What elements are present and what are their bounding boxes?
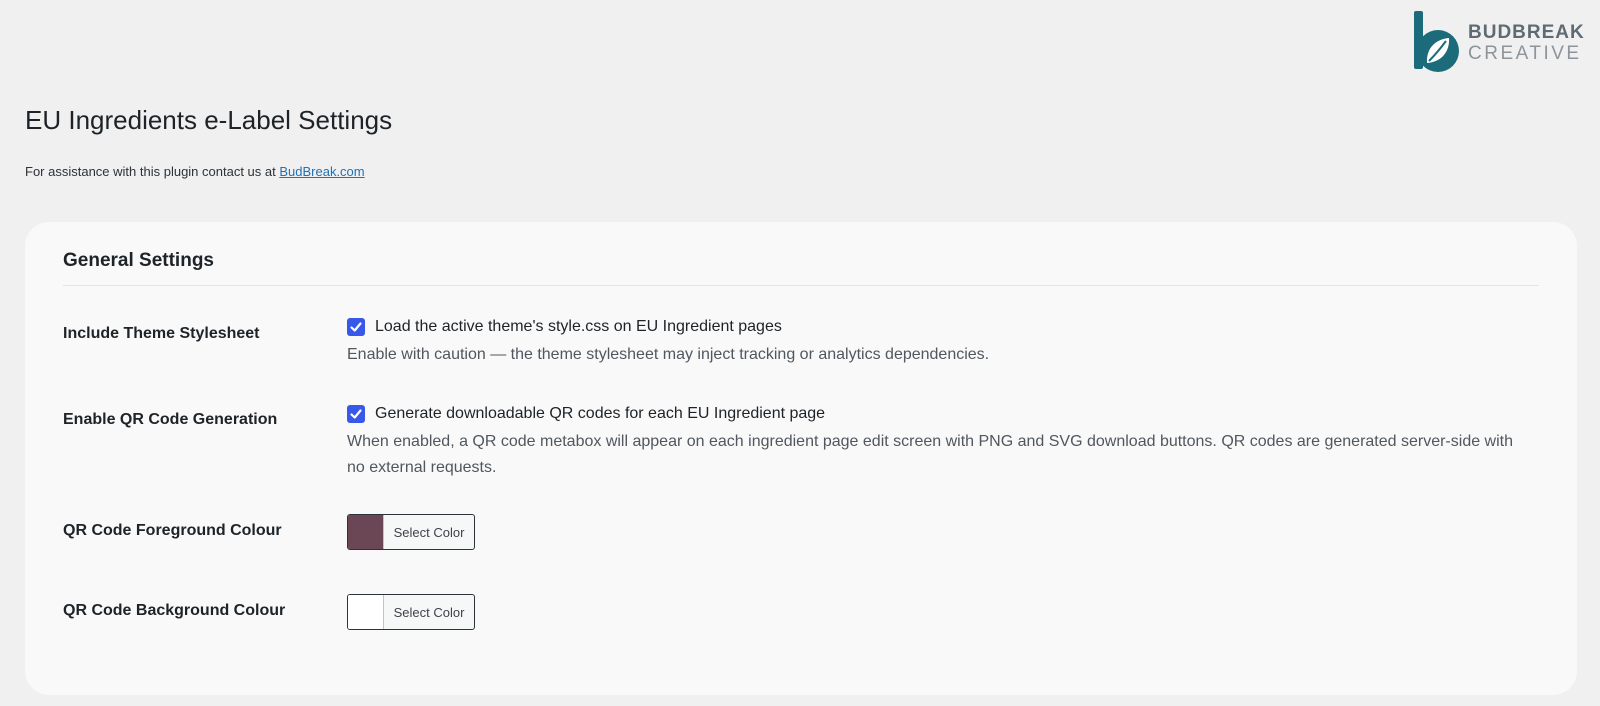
logo-wordmark: BUDBREAK CREATIVE xyxy=(1468,23,1585,63)
budbreak-link[interactable]: BudBreak.com xyxy=(279,164,364,179)
assistance-label: For assistance with this plugin contact … xyxy=(25,164,280,179)
qr-background-swatch[interactable] xyxy=(348,595,384,629)
theme-stylesheet-label: Include Theme Stylesheet xyxy=(63,325,260,342)
qr-generation-field: Generate downloadable QR codes for each … xyxy=(347,405,1527,481)
general-settings-card: General Settings Include Theme Styleshee… xyxy=(25,222,1577,695)
qr-foreground-label: QR Code Foreground Colour xyxy=(63,522,282,539)
qr-generation-checkbox-label[interactable]: Generate downloadable QR codes for each … xyxy=(375,405,825,423)
checkmark-icon xyxy=(350,322,362,332)
qr-background-label: QR Code Background Colour xyxy=(63,602,286,619)
qr-foreground-swatch[interactable] xyxy=(348,515,384,549)
theme-stylesheet-field: Load the active theme's style.css on EU … xyxy=(347,318,1527,368)
qr-generation-label: Enable QR Code Generation xyxy=(63,411,278,428)
qr-background-color-button[interactable]: Select Color xyxy=(347,594,475,630)
page-title: EU Ingredients e-Label Settings xyxy=(25,105,393,135)
qr-background-select-label[interactable]: Select Color xyxy=(384,595,474,629)
budbreak-b-leaf-icon xyxy=(1414,11,1459,72)
logo-line2: CREATIVE xyxy=(1468,43,1582,64)
theme-stylesheet-description: Enable with caution — the theme styleshe… xyxy=(347,346,990,363)
qr-foreground-color-button[interactable]: Select Color xyxy=(347,514,475,550)
budbreak-logo: BUDBREAK CREATIVE xyxy=(1414,10,1584,76)
assistance-text: For assistance with this plugin contact … xyxy=(25,164,365,179)
logo-line1: BUDBREAK xyxy=(1468,22,1585,43)
qr-generation-checkbox[interactable] xyxy=(347,405,365,423)
section-title: General Settings xyxy=(63,250,214,271)
theme-stylesheet-checkbox-label[interactable]: Load the active theme's style.css on EU … xyxy=(375,318,782,336)
qr-generation-description: When enabled, a QR code metabox will app… xyxy=(347,433,1514,476)
checkmark-icon xyxy=(350,409,362,419)
qr-foreground-select-label[interactable]: Select Color xyxy=(384,515,474,549)
section-divider xyxy=(63,285,1539,286)
theme-stylesheet-checkbox[interactable] xyxy=(347,318,365,336)
